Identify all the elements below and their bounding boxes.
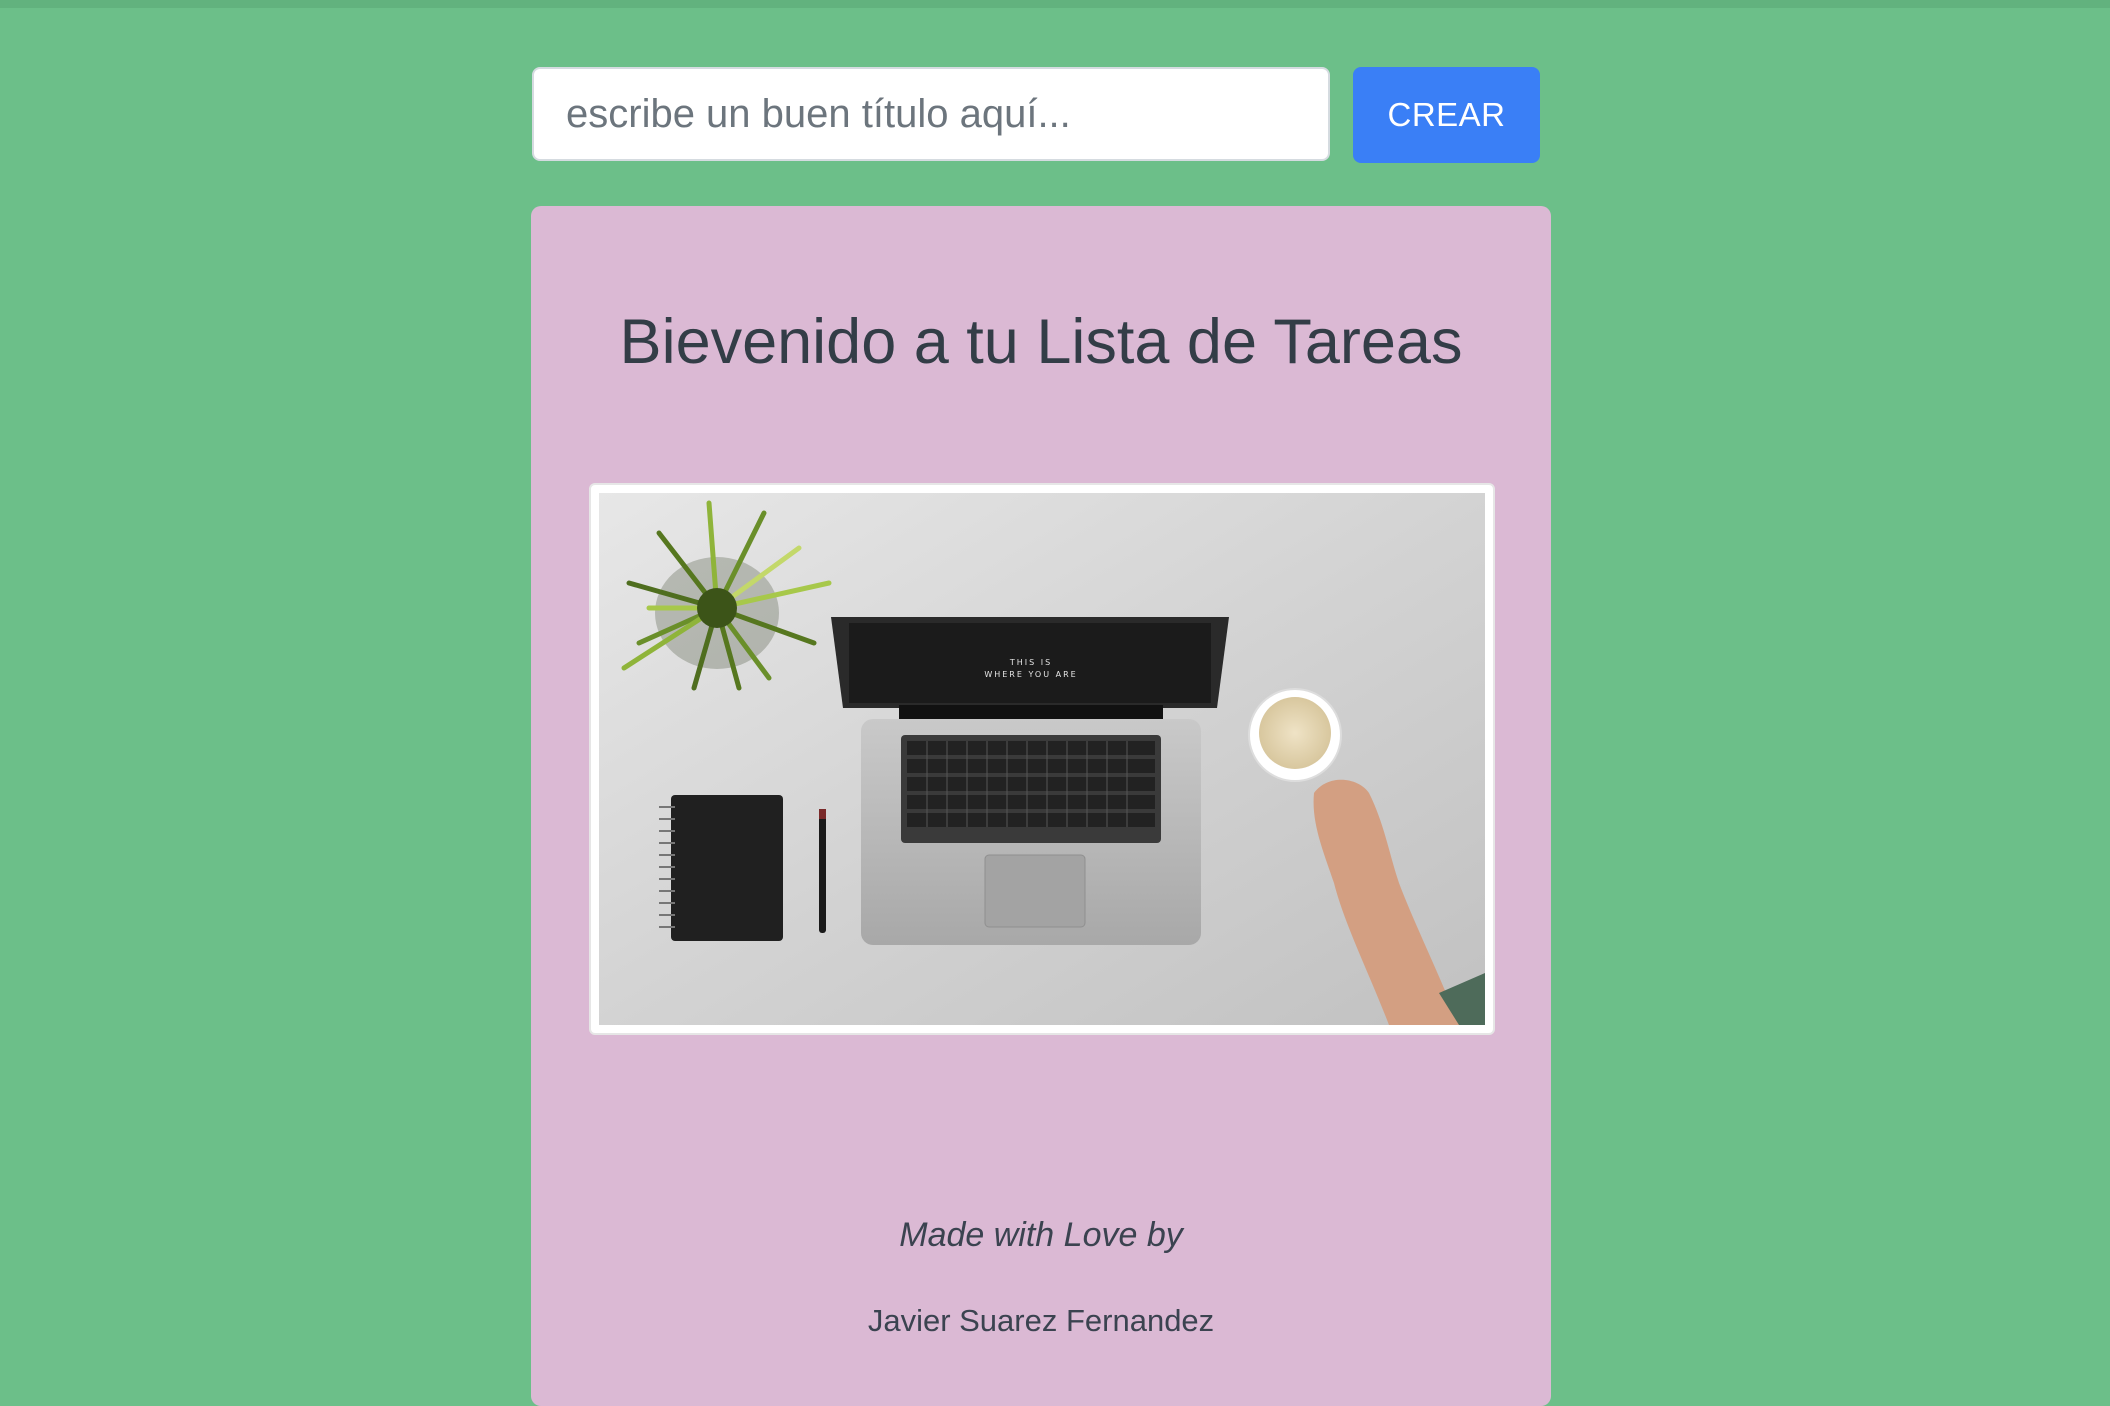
laptop-screen-text-1: THIS IS bbox=[1009, 658, 1052, 667]
top-edge-line bbox=[0, 0, 2110, 8]
title-input[interactable] bbox=[532, 67, 1330, 161]
author-name: Javier Suarez Fernandez bbox=[867, 1303, 1215, 1338]
hero-image-frame: THIS IS WHERE YOU ARE bbox=[589, 483, 1495, 1035]
laptop-screen-text-2: WHERE YOU ARE bbox=[984, 670, 1077, 679]
welcome-card: Bievenido a tu Lista de Tareas THIS IS W… bbox=[531, 206, 1551, 1406]
hero-image-desk: THIS IS WHERE YOU ARE bbox=[599, 493, 1485, 1025]
laptop-illustration: THIS IS WHERE YOU ARE bbox=[831, 617, 1229, 945]
card-title: Bievenido a tu Lista de Tareas bbox=[619, 307, 1463, 377]
made-with-love-text: Made with Love by bbox=[899, 1216, 1183, 1254]
notebook-illustration bbox=[659, 795, 783, 941]
pen-illustration bbox=[819, 809, 826, 933]
create-button[interactable]: CREAR bbox=[1353, 67, 1540, 163]
coffee-cup-illustration bbox=[1248, 688, 1342, 782]
app-page: CREAR Bievenido a tu Lista de Tareas bbox=[0, 0, 2110, 1406]
